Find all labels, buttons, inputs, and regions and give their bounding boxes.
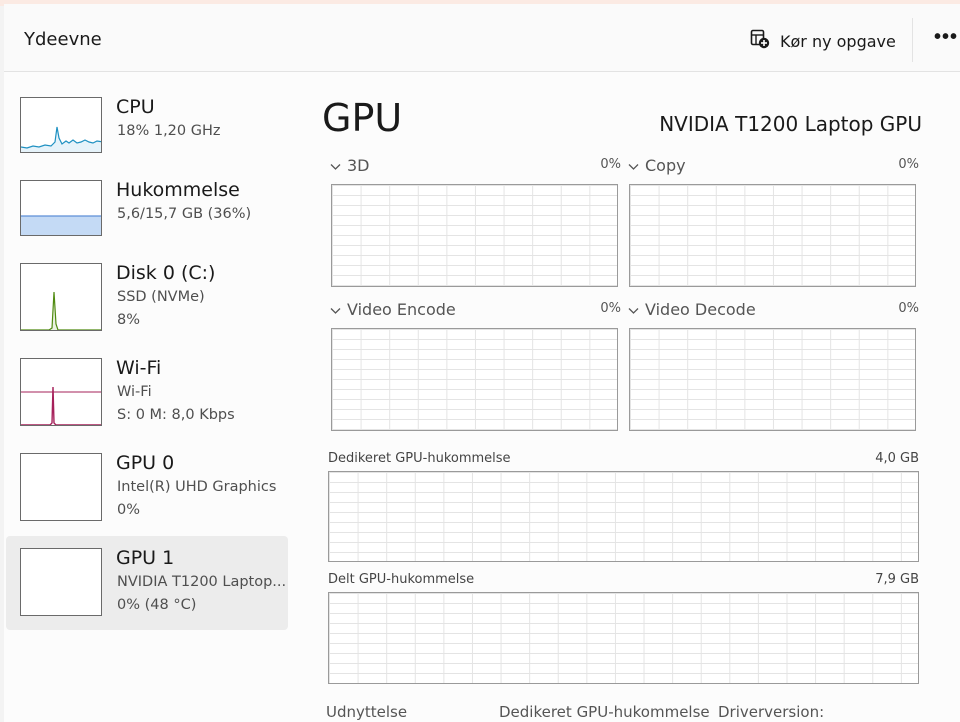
engine-graph-video-decode: [629, 328, 916, 431]
more-options-button[interactable]: •••: [934, 26, 960, 56]
page-header: Ydeevne Kør ny opgave •••: [4, 4, 960, 72]
engine-value: 0%: [600, 157, 621, 172]
dedicated-memory-graph: [328, 471, 919, 562]
chevron-down-icon: [628, 300, 639, 319]
run-new-task-button[interactable]: Kør ny opgave: [750, 26, 896, 56]
new-task-icon: [750, 29, 770, 54]
engine-label: 3D: [347, 156, 370, 175]
sidebar-item-label: CPU: [116, 96, 155, 118]
engine-selector-video-encode[interactable]: Video Encode: [330, 300, 456, 319]
engine-label: Video Encode: [347, 300, 456, 319]
engine-graph-video-encode: [331, 328, 618, 431]
dedicated-memory-label: Dedikeret GPU-hukommelse: [328, 451, 511, 466]
engine-selector-3d[interactable]: 3D: [330, 156, 370, 175]
engine-graph-3d: [331, 184, 618, 287]
chevron-down-icon: [330, 300, 341, 319]
dedicated-memory-value: 4,0 GB: [875, 451, 919, 466]
sidebar-item-usage: 0% (48 °C): [117, 597, 197, 613]
engine-value: 0%: [898, 301, 919, 316]
gpu1-mini-graph: [20, 548, 102, 616]
utilization-label: Udnyttelse: [326, 703, 408, 721]
engine-graph-copy: [629, 184, 916, 287]
disk-mini-graph: [20, 263, 102, 331]
sidebar-item-detail: Intel(R) UHD Graphics: [117, 479, 277, 495]
shared-memory-graph: [328, 592, 919, 684]
sidebar-item-label: GPU 0: [116, 452, 175, 474]
engine-label: Copy: [645, 156, 686, 175]
sidebar-item-memory[interactable]: Hukommelse 5,6/15,7 GB (36%): [6, 169, 288, 263]
engine-selector-video-decode[interactable]: Video Decode: [628, 300, 756, 319]
sidebar-item-gpu1[interactable]: GPU 1 NVIDIA T1200 Laptop... 0% (48 °C): [6, 536, 288, 630]
driver-version-label: Driverversion:: [718, 703, 825, 721]
cpu-mini-graph: [20, 97, 102, 153]
sidebar-item-detail: 18% 1,20 GHz: [117, 123, 221, 139]
shared-memory-value: 7,9 GB: [875, 572, 919, 587]
dedicated-stat-label: Dedikeret GPU-hukommelse: [499, 703, 710, 721]
engine-value: 0%: [600, 301, 621, 316]
sidebar-item-gpu0[interactable]: GPU 0 Intel(R) UHD Graphics 0%: [6, 442, 288, 536]
sidebar-item-disk[interactable]: Disk 0 (C:) SSD (NVMe) 8%: [6, 252, 288, 346]
sidebar-item-label: GPU 1: [116, 547, 175, 569]
sidebar-item-wifi[interactable]: Wi-Fi Wi-Fi S: 0 M: 8,0 Kbps: [6, 347, 288, 441]
chevron-down-icon: [330, 156, 341, 175]
sidebar-item-detail: Wi-Fi: [117, 384, 152, 400]
sidebar-item-usage: 8%: [117, 312, 141, 328]
chevron-down-icon: [628, 156, 639, 175]
gpu0-mini-graph: [20, 453, 102, 521]
performance-content: CPU 18% 1,20 GHz Hukommelse 5,6/15,7 GB …: [4, 72, 960, 722]
wifi-mini-graph: [20, 358, 102, 426]
header-divider: [912, 18, 913, 62]
engine-label: Video Decode: [645, 300, 756, 319]
sidebar-item-usage: 0%: [117, 502, 141, 518]
memory-mini-graph: [20, 180, 102, 236]
engine-value: 0%: [898, 157, 919, 172]
page-title: Ydeevne: [24, 29, 102, 50]
engine-selector-copy[interactable]: Copy: [628, 156, 686, 175]
sidebar-item-label: Hukommelse: [116, 179, 240, 201]
sidebar-item-label: Wi-Fi: [116, 357, 162, 379]
gpu-model-name: NVIDIA T1200 Laptop GPU: [659, 112, 922, 136]
shared-memory-label: Delt GPU-hukommelse: [328, 572, 475, 587]
run-new-task-label: Kør ny opgave: [780, 31, 896, 51]
sidebar-item-detail: 5,6/15,7 GB (36%): [117, 206, 252, 222]
sidebar-item-cpu[interactable]: CPU 18% 1,20 GHz: [6, 86, 288, 180]
gpu-heading: GPU: [322, 96, 403, 140]
sidebar-item-label: Disk 0 (C:): [116, 262, 216, 284]
sidebar-item-detail: SSD (NVMe): [117, 289, 205, 305]
sidebar-item-detail: NVIDIA T1200 Laptop...: [117, 574, 287, 590]
sidebar-item-throughput: S: 0 M: 8,0 Kbps: [117, 407, 235, 423]
